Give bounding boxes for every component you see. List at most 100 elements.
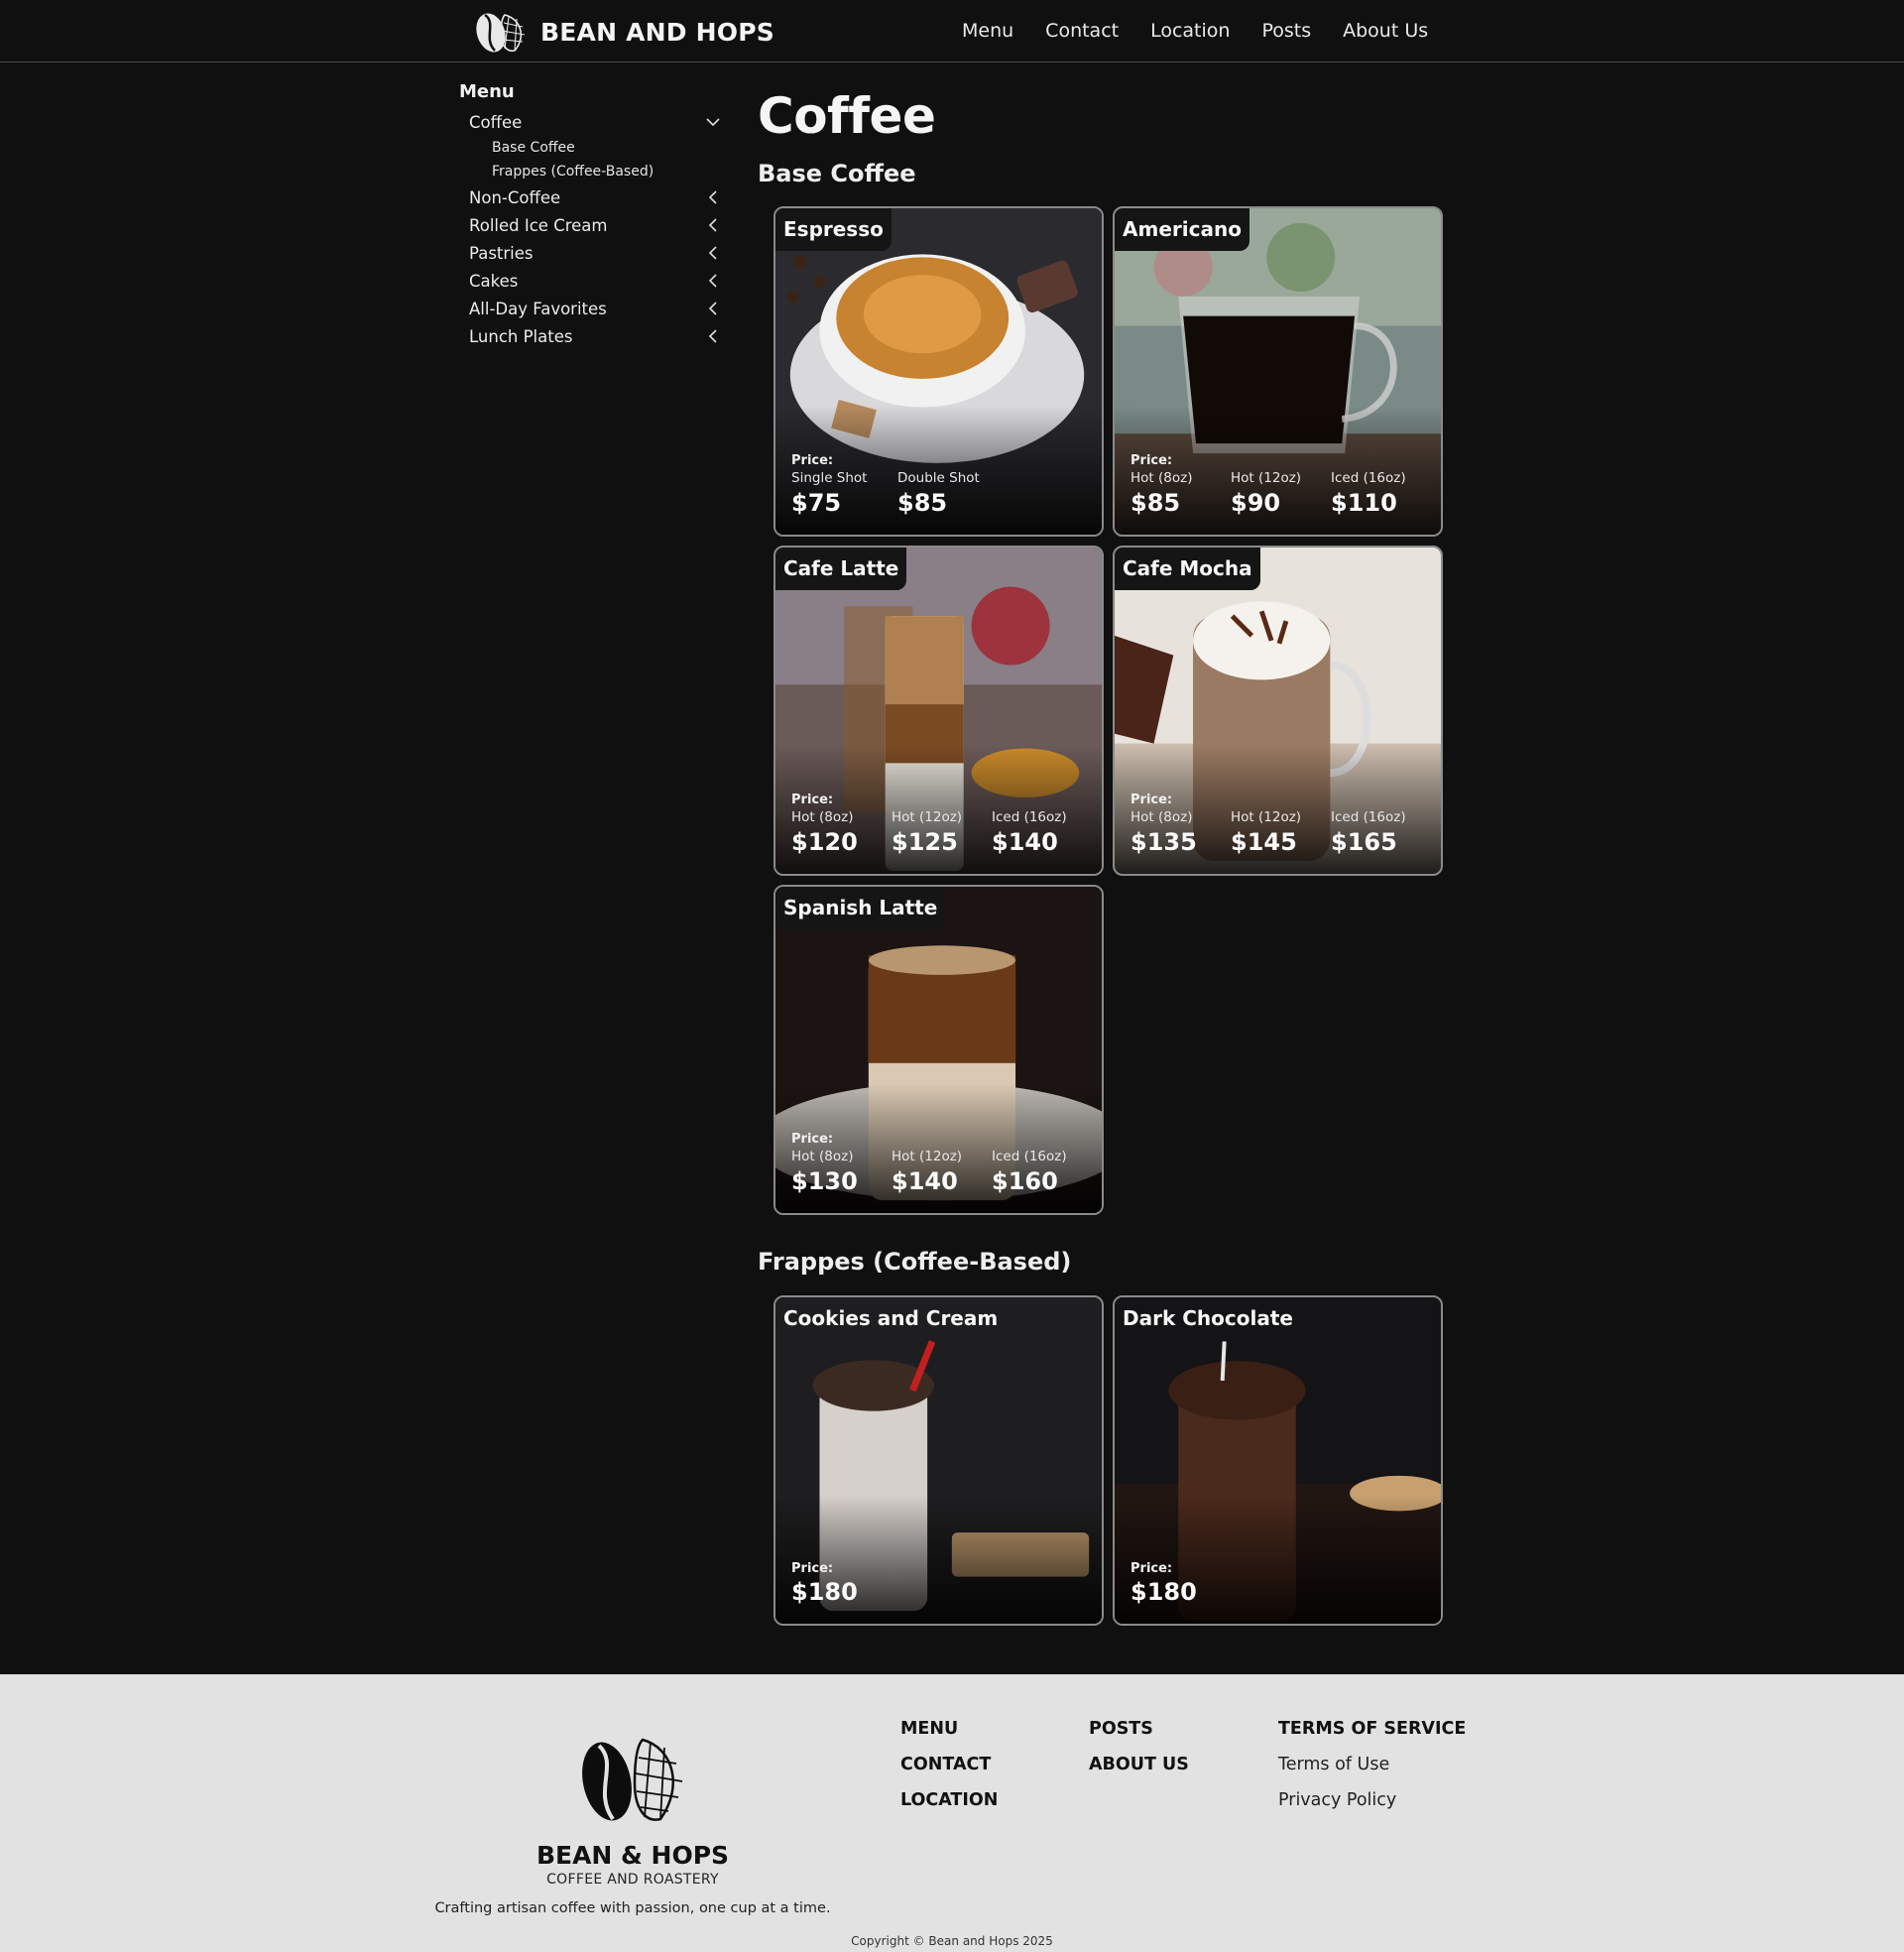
nav-menu[interactable]: Menu bbox=[962, 20, 1013, 42]
bean-hop-logo-icon bbox=[582, 1738, 683, 1821]
product-name: Espresso bbox=[775, 208, 892, 251]
sidebar-item-coffee[interactable]: Coffee bbox=[459, 108, 722, 136]
price-amount: $140 bbox=[892, 1167, 958, 1195]
sidebar-item-cakes[interactable]: Cakes bbox=[459, 267, 722, 295]
product-card-cafe-latte[interactable]: Cafe Latte Price: Hot (8oz) $120 Hot (12o… bbox=[774, 546, 1104, 876]
price-size: Hot (8oz) bbox=[791, 1149, 854, 1164]
price-block: Price: $180 bbox=[1130, 1561, 1431, 1606]
footer-link-location[interactable]: LOCATION bbox=[900, 1789, 998, 1825]
price-amount: $125 bbox=[892, 828, 958, 856]
product-name: Dark Chocolate bbox=[1123, 1306, 1293, 1330]
sidebar-item-label: Non-Coffee bbox=[469, 187, 561, 207]
sidebar-item-label: All-Day Favorites bbox=[469, 299, 607, 318]
main-nav: Menu Contact Location Posts About Us bbox=[962, 20, 1428, 42]
price-amount: $165 bbox=[1331, 828, 1397, 856]
site-footer: BEAN & HOPS COFFEE AND ROASTERY Crafting… bbox=[0, 1674, 1904, 1952]
price-size: Hot (12oz) bbox=[892, 1149, 963, 1164]
price-amount: $120 bbox=[791, 828, 858, 856]
price-size: Hot (8oz) bbox=[1130, 809, 1193, 825]
price-size: Iced (16oz) bbox=[992, 1149, 1067, 1164]
sidebar-item-rolled-ice-cream[interactable]: Rolled Ice Cream bbox=[459, 211, 722, 239]
product-card-cookies-and-cream[interactable]: Cookies and Cream Price: $180 bbox=[774, 1295, 1104, 1626]
brand-name: BEAN AND HOPS bbox=[540, 17, 774, 47]
footer-link-menu[interactable]: MENU bbox=[900, 1718, 998, 1754]
product-card-cafe-mocha[interactable]: Cafe Mocha Price: Hot (8oz) $135 Hot (12o… bbox=[1113, 546, 1443, 876]
price-size: Iced (16oz) bbox=[992, 809, 1067, 825]
chevron-left-icon bbox=[708, 302, 717, 315]
price-label: Price: bbox=[1130, 453, 1173, 468]
sidebar-item-all-day-favorites[interactable]: All-Day Favorites bbox=[459, 295, 722, 322]
price-label: Price: bbox=[1130, 1561, 1173, 1576]
sidebar-item-label: Cakes bbox=[469, 271, 519, 291]
price-size: Hot (12oz) bbox=[892, 809, 963, 825]
sidebar-item-label: Pastries bbox=[469, 243, 534, 263]
copyright-text: Copyright © Bean and Hops 2025 bbox=[851, 1934, 1053, 1948]
price-label: Price: bbox=[791, 1561, 834, 1576]
chevron-down-icon bbox=[706, 118, 720, 127]
footer-terms-title: TERMS OF SERVICE bbox=[1278, 1719, 1467, 1739]
price-size: Single Shot bbox=[791, 470, 868, 486]
chevron-left-icon bbox=[708, 190, 717, 204]
product-name: Americano bbox=[1115, 208, 1250, 251]
footer-link-privacy-policy[interactable]: Privacy Policy bbox=[1278, 1789, 1466, 1825]
price-size: Hot (8oz) bbox=[791, 809, 854, 825]
price-amount: $180 bbox=[791, 1578, 858, 1606]
sidebar-item-non-coffee[interactable]: Non-Coffee bbox=[459, 183, 722, 211]
sidebar-item-label: Lunch Plates bbox=[469, 326, 573, 346]
footer-col-3: TERMS OF SERVICE Terms of Use Privacy Po… bbox=[1278, 1718, 1466, 1825]
price-block: Price: Hot (8oz) $135 Hot (12oz) $145 Iced… bbox=[1130, 793, 1431, 856]
chevron-left-icon bbox=[708, 246, 717, 260]
sidebar-item-label: Coffee bbox=[469, 112, 523, 132]
price-amount: $110 bbox=[1331, 489, 1397, 517]
footer-brand: BEAN & HOPS bbox=[536, 1841, 730, 1870]
product-card-spanish-latte[interactable]: Spanish Latte Price: Hot (8oz) $130 Hot (… bbox=[774, 885, 1104, 1215]
price-block: Price: $180 bbox=[791, 1561, 1092, 1606]
price-size: Hot (12oz) bbox=[1231, 809, 1302, 825]
sidebar-subitem-frappes[interactable]: Frappes (Coffee-Based) bbox=[459, 160, 722, 183]
footer-subtitle: COFFEE AND ROASTERY bbox=[546, 1872, 719, 1888]
price-block: Price: Hot (8oz) $120 Hot (12oz) $125 Iced… bbox=[791, 793, 1092, 856]
price-block: Price: Single Shot $75 Double Shot $85 bbox=[791, 453, 1092, 517]
product-card-americano[interactable]: Americano Price: Hot (8oz) $85 Hot (12oz)… bbox=[1113, 206, 1443, 537]
menu-sidebar: Menu Coffee Base Coffee Frappes (Coffee-… bbox=[459, 81, 722, 350]
product-name: Cafe Latte bbox=[775, 548, 907, 590]
chevron-left-icon bbox=[708, 218, 717, 232]
product-card-dark-chocolate[interactable]: Dark Chocolate Price: $180 bbox=[1113, 1295, 1443, 1626]
brand-link[interactable]: BEAN AND HOPS bbox=[471, 9, 774, 55]
footer-link-posts[interactable]: POSTS bbox=[1089, 1718, 1189, 1754]
price-block: Price: Hot (8oz) $130 Hot (12oz) $140 Iced… bbox=[791, 1132, 1092, 1195]
product-name: Cafe Mocha bbox=[1115, 548, 1260, 590]
price-amount: $140 bbox=[992, 828, 1058, 856]
price-amount: $160 bbox=[992, 1167, 1058, 1195]
price-size: Iced (16oz) bbox=[1331, 470, 1406, 486]
frappes-grid: Cookies and Cream Price: $180 Dark Choco… bbox=[774, 1295, 1443, 1626]
footer-link-terms-of-use[interactable]: Terms of Use bbox=[1278, 1754, 1466, 1789]
nav-contact[interactable]: Contact bbox=[1045, 20, 1119, 42]
product-name: Spanish Latte bbox=[775, 887, 946, 929]
footer-col-1: MENU CONTACT LOCATION bbox=[900, 1718, 998, 1825]
price-size: Iced (16oz) bbox=[1331, 809, 1406, 825]
footer-col-2: POSTS ABOUT US bbox=[1089, 1718, 1189, 1789]
bean-hop-logo-icon bbox=[476, 13, 526, 53]
top-navbar: BEAN AND HOPS Menu Contact Location Post… bbox=[0, 0, 1904, 62]
price-size: Double Shot bbox=[897, 470, 980, 486]
price-label: Price: bbox=[791, 453, 834, 468]
price-label: Price: bbox=[1130, 793, 1173, 807]
sidebar-item-label: Rolled Ice Cream bbox=[469, 215, 608, 235]
product-card-espresso[interactable]: Espresso Price: Single Shot $75 Double Sh… bbox=[774, 206, 1104, 537]
footer-link-about-us[interactable]: ABOUT US bbox=[1089, 1754, 1189, 1789]
nav-about-us[interactable]: About Us bbox=[1343, 20, 1428, 42]
price-amount: $130 bbox=[791, 1167, 858, 1195]
price-amount: $90 bbox=[1231, 489, 1281, 517]
sidebar-item-lunch-plates[interactable]: Lunch Plates bbox=[459, 322, 722, 350]
sidebar-subitem-base-coffee[interactable]: Base Coffee bbox=[459, 136, 722, 160]
sidebar-item-pastries[interactable]: Pastries bbox=[459, 239, 722, 267]
price-amount: $85 bbox=[897, 489, 948, 517]
nav-location[interactable]: Location bbox=[1150, 20, 1230, 42]
price-label: Price: bbox=[791, 793, 834, 807]
base-coffee-grid: Espresso Price: Single Shot $75 Double Sh… bbox=[774, 206, 1443, 1215]
price-amount: $135 bbox=[1130, 828, 1197, 856]
nav-posts[interactable]: Posts bbox=[1261, 20, 1311, 42]
footer-link-contact[interactable]: CONTACT bbox=[900, 1754, 998, 1789]
price-size: Hot (12oz) bbox=[1231, 470, 1302, 486]
